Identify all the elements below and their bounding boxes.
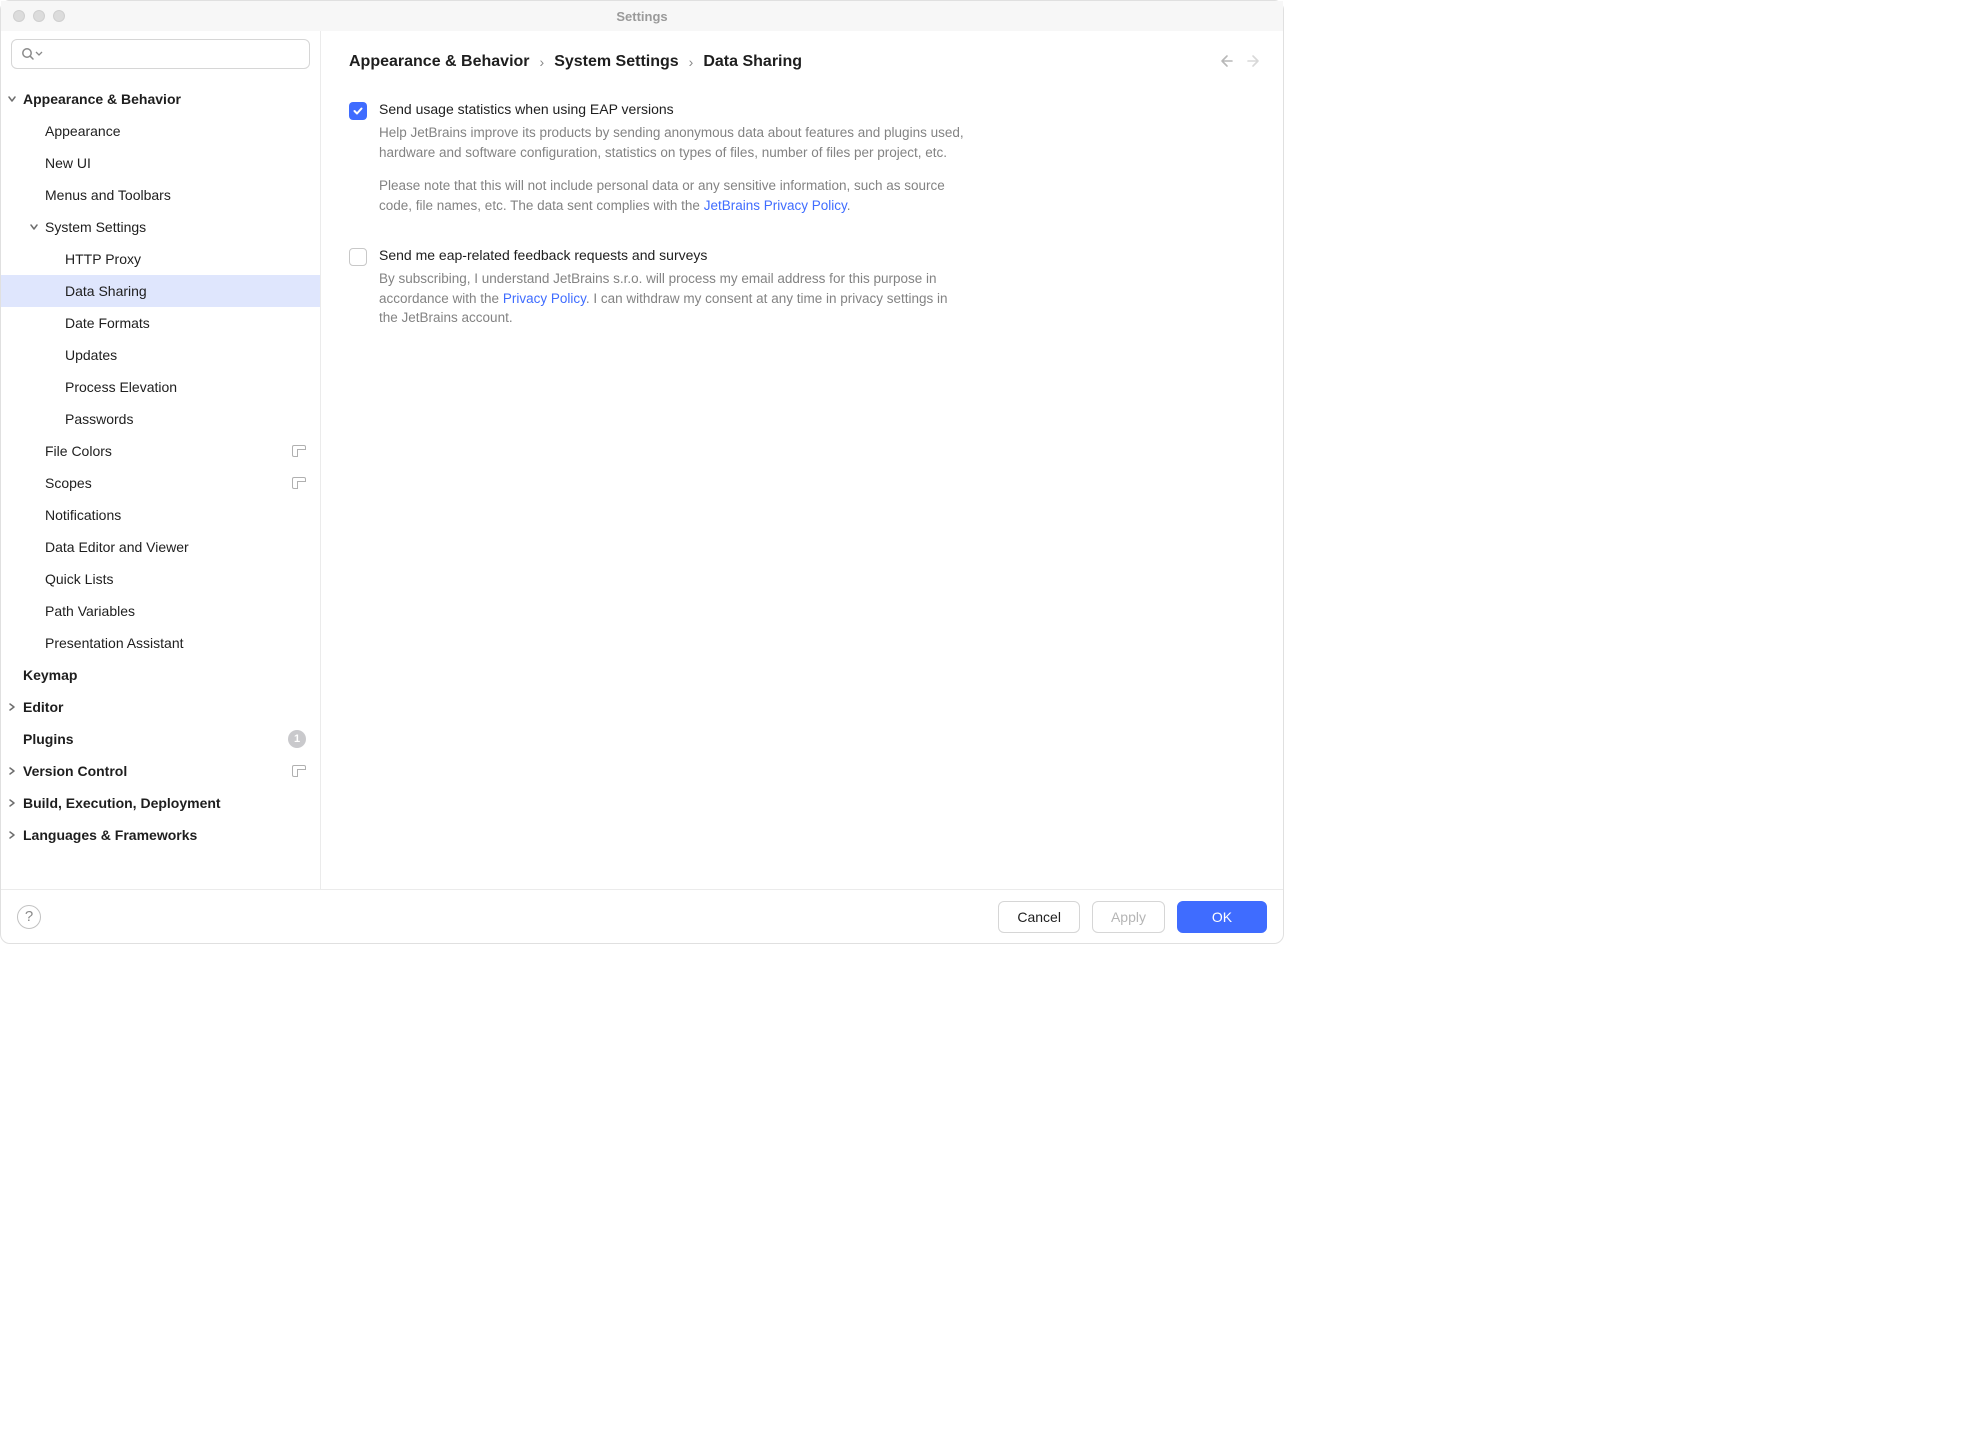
usage-stats-title: Send usage statistics when using EAP ver… bbox=[379, 101, 969, 117]
window-title: Settings bbox=[616, 9, 667, 24]
zoom-window-button[interactable] bbox=[53, 10, 65, 22]
usage-stats-desc1: Help JetBrains improve its products by s… bbox=[379, 123, 969, 162]
sidebar-item-presentation-assistant[interactable]: Presentation Assistant bbox=[1, 627, 320, 659]
scope-icon bbox=[292, 477, 306, 489]
breadcrumb-part[interactable]: System Settings bbox=[554, 53, 678, 71]
apply-button[interactable]: Apply bbox=[1092, 901, 1165, 933]
chevron-right-icon bbox=[1, 766, 23, 776]
sidebar-item-passwords[interactable]: Passwords bbox=[1, 403, 320, 435]
sidebar-item-process-elevation[interactable]: Process Elevation bbox=[1, 371, 320, 403]
sidebar-item-languages[interactable]: Languages & Frameworks bbox=[1, 819, 320, 851]
nav-arrows bbox=[1217, 53, 1263, 74]
sidebar-item-date-formats[interactable]: Date Formats bbox=[1, 307, 320, 339]
sidebar-item-data-sharing[interactable]: Data Sharing bbox=[1, 275, 320, 307]
close-window-button[interactable] bbox=[13, 10, 25, 22]
sidebar-item-keymap[interactable]: Keymap bbox=[1, 659, 320, 691]
sidebar-item-system-settings[interactable]: System Settings bbox=[1, 211, 320, 243]
sidebar-item-plugins[interactable]: Plugins 1 bbox=[1, 723, 320, 755]
sidebar-item-path-variables[interactable]: Path Variables bbox=[1, 595, 320, 627]
sidebar-item-menus-toolbars[interactable]: Menus and Toolbars bbox=[1, 179, 320, 211]
sidebar-item-file-colors[interactable]: File Colors bbox=[1, 435, 320, 467]
titlebar: Settings bbox=[1, 1, 1283, 31]
sidebar-item-quick-lists[interactable]: Quick Lists bbox=[1, 563, 320, 595]
usage-stats-checkbox[interactable] bbox=[349, 102, 367, 120]
chevron-right-icon bbox=[1, 830, 23, 840]
sidebar-item-notifications[interactable]: Notifications bbox=[1, 499, 320, 531]
feedback-checkbox[interactable] bbox=[349, 248, 367, 266]
feedback-desc: By subscribing, I understand JetBrains s… bbox=[379, 269, 969, 328]
sidebar-item-scopes[interactable]: Scopes bbox=[1, 467, 320, 499]
search-box[interactable] bbox=[11, 39, 310, 69]
help-button[interactable]: ? bbox=[17, 905, 41, 929]
chevron-down-icon bbox=[1, 94, 23, 104]
breadcrumb-part: Data Sharing bbox=[703, 53, 802, 71]
cancel-button[interactable]: Cancel bbox=[998, 901, 1080, 933]
plugins-count-badge: 1 bbox=[288, 730, 306, 748]
privacy-policy-link[interactable]: Privacy Policy bbox=[503, 291, 586, 306]
settings-sidebar: Appearance & Behavior Appearance New UI … bbox=[1, 31, 321, 889]
setting-feedback: Send me eap-related feedback requests an… bbox=[349, 247, 969, 328]
sidebar-item-version-control[interactable]: Version Control bbox=[1, 755, 320, 787]
sidebar-item-build[interactable]: Build, Execution, Deployment bbox=[1, 787, 320, 819]
back-button[interactable] bbox=[1217, 53, 1233, 74]
settings-tree: Appearance & Behavior Appearance New UI … bbox=[1, 77, 320, 889]
minimize-window-button[interactable] bbox=[33, 10, 45, 22]
sidebar-item-new-ui[interactable]: New UI bbox=[1, 147, 320, 179]
sidebar-item-data-editor[interactable]: Data Editor and Viewer bbox=[1, 531, 320, 563]
window-controls bbox=[1, 10, 65, 22]
breadcrumb-sep: › bbox=[540, 54, 545, 70]
forward-button[interactable] bbox=[1247, 53, 1263, 74]
privacy-policy-link[interactable]: JetBrains Privacy Policy bbox=[704, 198, 847, 213]
usage-stats-desc2: Please note that this will not include p… bbox=[379, 176, 969, 215]
sidebar-item-updates[interactable]: Updates bbox=[1, 339, 320, 371]
sidebar-item-appearance-behavior[interactable]: Appearance & Behavior bbox=[1, 83, 320, 115]
scope-icon bbox=[292, 445, 306, 457]
setting-usage-stats: Send usage statistics when using EAP ver… bbox=[349, 101, 969, 215]
breadcrumb-part[interactable]: Appearance & Behavior bbox=[349, 53, 530, 71]
breadcrumb: Appearance & Behavior › System Settings … bbox=[349, 53, 1255, 71]
chevron-down-icon bbox=[23, 222, 45, 232]
sidebar-item-editor[interactable]: Editor bbox=[1, 691, 320, 723]
feedback-title: Send me eap-related feedback requests an… bbox=[379, 247, 969, 263]
search-icon bbox=[20, 46, 43, 62]
dialog-footer: ? Cancel Apply OK bbox=[1, 889, 1283, 943]
chevron-right-icon bbox=[1, 702, 23, 712]
sidebar-item-appearance[interactable]: Appearance bbox=[1, 115, 320, 147]
ok-button[interactable]: OK bbox=[1177, 901, 1267, 933]
scope-icon bbox=[292, 765, 306, 777]
breadcrumb-sep: › bbox=[689, 54, 694, 70]
sidebar-item-http-proxy[interactable]: HTTP Proxy bbox=[1, 243, 320, 275]
content-panel: Appearance & Behavior › System Settings … bbox=[321, 31, 1283, 889]
search-input[interactable] bbox=[49, 47, 301, 62]
chevron-right-icon bbox=[1, 798, 23, 808]
